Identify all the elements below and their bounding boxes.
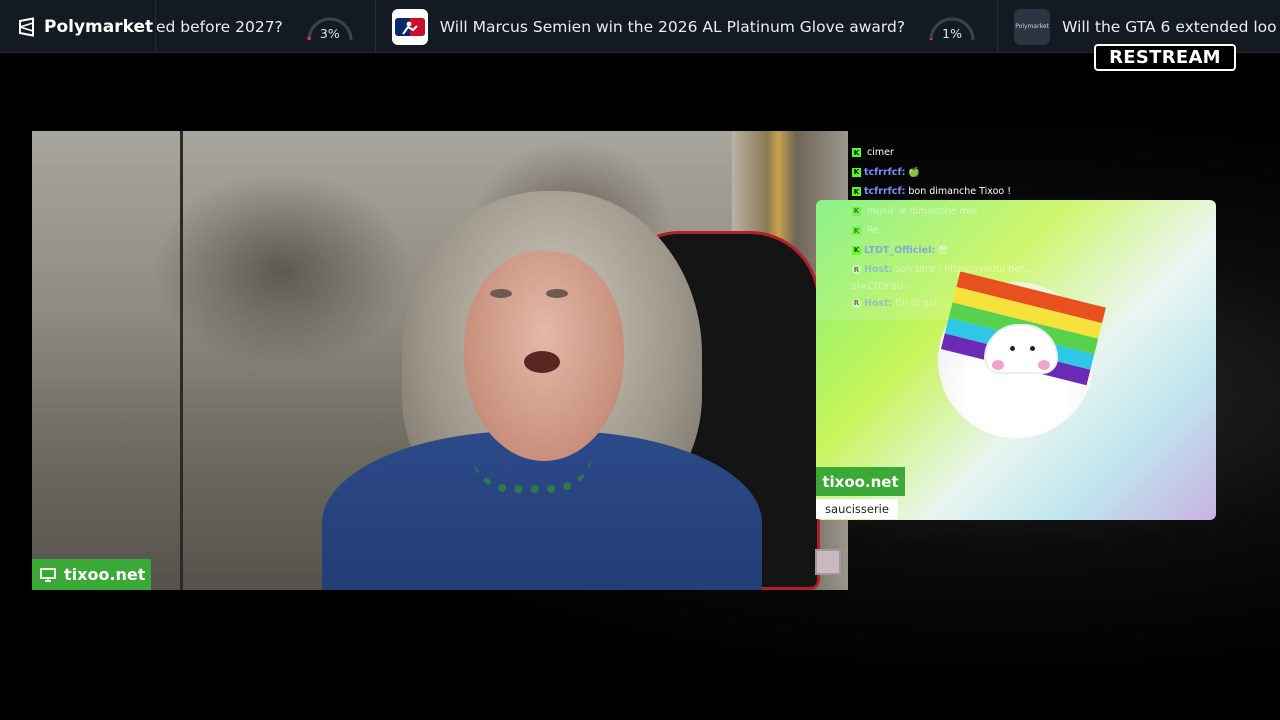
brand-name: Polymarket bbox=[44, 16, 154, 37]
market-question: ed before 2027? bbox=[156, 17, 283, 36]
chat-message: K music le dimanche moi bbox=[852, 205, 978, 217]
overlay-sub-label: saucisserie bbox=[816, 499, 898, 519]
polymarket-brand[interactable]: Polymarket bbox=[0, 0, 156, 52]
kick-icon: K bbox=[852, 245, 861, 255]
kick-icon: K bbox=[852, 206, 861, 216]
kick-icon: K bbox=[852, 226, 861, 236]
restream-icon: R bbox=[852, 298, 861, 308]
market-question: Will the GTA 6 extended loo bbox=[1062, 17, 1277, 36]
market-item[interactable]: ed before 2027? 3% bbox=[156, 0, 376, 52]
polymarket-ticker: Polymarket ed before 2027? 3% Will Marcu… bbox=[0, 0, 1280, 53]
chat-overlay: K cimer K tcfrrfcf: 🍏 K tcfrrfcf: bon di… bbox=[852, 143, 1122, 313]
kick-icon: K bbox=[852, 148, 861, 158]
polymarket-small-logo-icon: Polymarket bbox=[1014, 8, 1051, 45]
probability-gauge: 1% bbox=[927, 12, 977, 42]
probability-gauge: 3% bbox=[305, 12, 355, 42]
chat-message: K LTDT_Officiel: 😳 bbox=[852, 244, 949, 256]
restream-logo: RESTREAM bbox=[1094, 44, 1236, 71]
chat-message: K tcfrrfcf: 🍏 bbox=[852, 166, 921, 178]
polymarket-logo-icon bbox=[19, 16, 34, 37]
restream-icon: R bbox=[852, 265, 861, 275]
market-question: Will Marcus Semien win the 2026 AL Plati… bbox=[439, 17, 906, 36]
probability-value: 3% bbox=[319, 25, 340, 41]
chat-message: K tcfrrfcf: bon dimanche Tixoo ! bbox=[852, 186, 1012, 198]
stream-canvas: Polymarket ed before 2027? 3% Will Marcu… bbox=[0, 0, 1280, 720]
chat-message: K Re bbox=[852, 225, 880, 237]
probability-value: 1% bbox=[942, 25, 962, 41]
camera-tag-label: tixoo.net bbox=[64, 565, 146, 584]
market-item[interactable]: Will Marcus Semien win the 2026 AL Plati… bbox=[391, 0, 999, 52]
kick-icon: K bbox=[852, 167, 861, 177]
thumbnail-icon bbox=[815, 549, 841, 575]
chat-message: R Host: son titre : https://youtu.be/... bbox=[852, 264, 1033, 276]
chat-message: si=CtOPSu... bbox=[852, 281, 913, 292]
monitor-icon bbox=[40, 567, 56, 582]
camera-feed bbox=[32, 131, 848, 590]
chat-message: K cimer bbox=[852, 147, 894, 159]
mlb-logo-icon bbox=[391, 8, 428, 45]
overlay-name-tag: tixoo.net bbox=[816, 467, 905, 496]
kick-icon: K bbox=[852, 187, 861, 197]
chat-message: R Host: tin di gol ... bbox=[852, 297, 950, 309]
camera-name-tag: tixoo.net bbox=[32, 559, 151, 590]
